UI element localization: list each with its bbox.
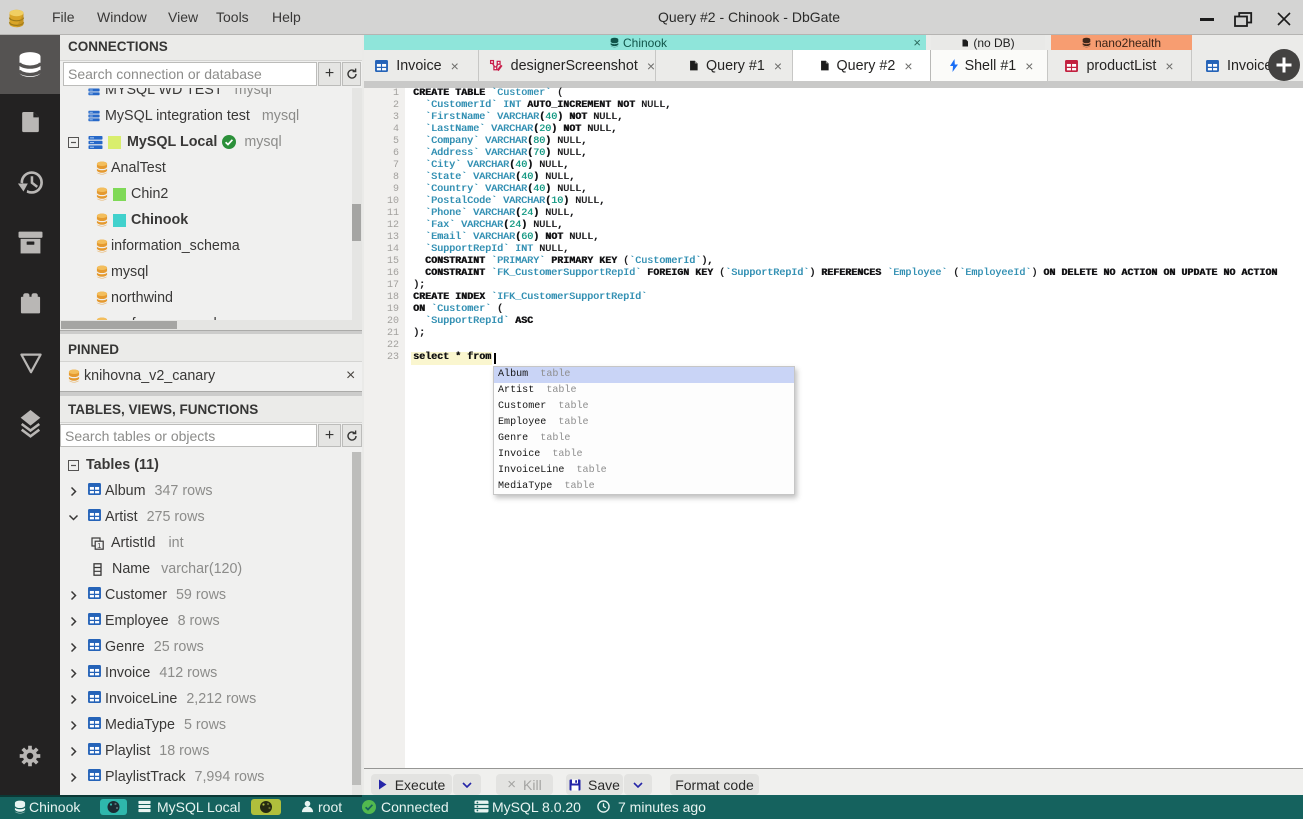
svg-text:1: 1 <box>97 541 101 550</box>
